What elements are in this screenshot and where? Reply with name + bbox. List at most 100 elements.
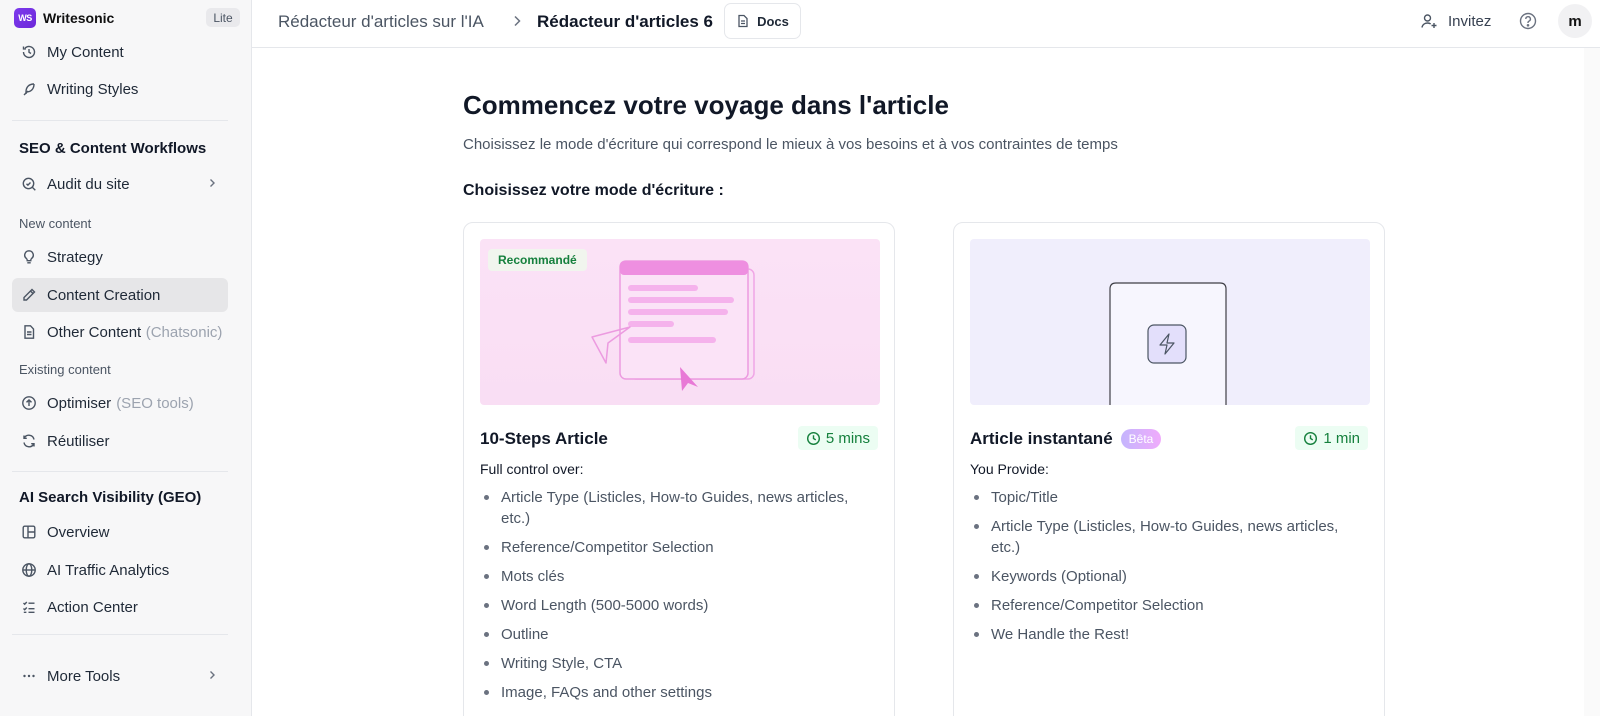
- feature-list: Article Type (Listicles, How-to Guides, …: [484, 487, 881, 711]
- document-icon: [20, 323, 38, 341]
- sidebar-item-action-center[interactable]: Action Center: [12, 590, 228, 624]
- mode-card-instant-article[interactable]: Article instantané Bêta 1 min You Provid…: [953, 222, 1385, 716]
- history-icon: [20, 43, 38, 61]
- invite-label: Invitez: [1448, 12, 1492, 30]
- clock-icon: [806, 431, 820, 445]
- list-item: Topic/Title: [974, 487, 1371, 508]
- sidebar-item-content-creation[interactable]: Content Creation: [12, 278, 228, 312]
- sidebar-item-muted: (SEO tools): [116, 394, 194, 412]
- card-title: Article instantané Bêta: [970, 429, 1162, 449]
- feather-icon: [20, 80, 38, 98]
- chevron-right-icon: [514, 15, 521, 27]
- help-icon[interactable]: [1518, 11, 1538, 31]
- sidebar-item-label: Writing Styles: [47, 80, 139, 98]
- list-item: Word Length (500-5000 words): [484, 595, 881, 616]
- time-label: 5 mins: [825, 429, 870, 447]
- sidebar-item-optimiser[interactable]: Optimiser (SEO tools): [12, 386, 228, 420]
- plan-badge: Lite: [206, 8, 240, 27]
- sidebar-item-label: Overview: [47, 523, 110, 541]
- sidebar-item-overview[interactable]: Overview: [12, 515, 228, 549]
- list-item: Mots clés: [484, 566, 881, 587]
- lightbulb-icon: [20, 248, 38, 266]
- invite-button[interactable]: Invitez: [1420, 10, 1491, 32]
- sidebar-item-label: Other Content: [47, 323, 141, 341]
- sidebar-item-label: Optimiser: [47, 394, 112, 412]
- docs-label: Docs: [757, 13, 789, 29]
- sidebar-item-other-content[interactable]: Other Content (Chatsonic): [12, 315, 228, 349]
- card-title-text: 10-Steps Article: [480, 429, 608, 448]
- add-user-icon: [1421, 14, 1437, 28]
- card-title-text: Article instantané: [970, 429, 1113, 448]
- section-subtitle-existing-content: Existing content: [19, 362, 111, 377]
- divider: [12, 120, 228, 121]
- divider: [12, 634, 228, 635]
- more-dots-icon: [20, 667, 38, 685]
- section-title-seo: SEO & Content Workflows: [19, 140, 207, 157]
- mode-card-10-steps[interactable]: Recommandé 10-Steps Article 5 mins Full …: [463, 222, 895, 716]
- list-item: Writing Style, CTA: [484, 653, 881, 674]
- refresh-icon: [20, 432, 38, 450]
- top-bar: Rédacteur d'articles sur l'IA Rédacteur …: [252, 0, 1600, 48]
- sidebar-item-audit[interactable]: Audit du site: [12, 167, 228, 201]
- section-subtitle-new-content: New content: [19, 216, 92, 231]
- illustration-10-steps: Recommandé: [480, 239, 880, 405]
- sidebar-item-label: My Content: [47, 43, 124, 61]
- instant-phone-illustration-icon: [1109, 282, 1227, 405]
- clock-icon: [1304, 431, 1318, 445]
- main-content: Commencez votre voyage dans l'article Ch…: [252, 48, 1600, 716]
- sidebar-item-writing-styles[interactable]: Writing Styles: [12, 72, 228, 106]
- sidebar-item-label: Action Center: [47, 598, 138, 616]
- breadcrumb-current: Rédacteur d'articles 6: [537, 12, 714, 31]
- brand[interactable]: WS Writesonic: [14, 7, 114, 29]
- sidebar-item-more-tools[interactable]: More Tools: [12, 659, 228, 693]
- brand-name: Writesonic: [43, 10, 115, 26]
- checklist-icon: [20, 598, 38, 616]
- arrow-up-circle-icon: [20, 394, 38, 412]
- chevron-right-icon: [210, 179, 215, 187]
- card-title: 10-Steps Article: [480, 429, 608, 449]
- sidebar-item-label: AI Traffic Analytics: [47, 561, 170, 579]
- chevron-right-icon: [210, 671, 215, 679]
- sidebar-item-strategy[interactable]: Strategy: [12, 240, 228, 274]
- list-item: Article Type (Listicles, How-to Guides, …: [974, 516, 1371, 558]
- pencil-icon: [20, 286, 38, 304]
- feature-list: Topic/Title Article Type (Listicles, How…: [974, 487, 1371, 653]
- page-title: Commencez votre voyage dans l'article: [463, 90, 949, 120]
- time-label: 1 min: [1323, 429, 1360, 447]
- list-item: We Handle the Rest!: [974, 624, 1371, 645]
- sidebar-item-label: Strategy: [47, 248, 103, 266]
- writesonic-logo-icon: WS: [14, 8, 36, 28]
- list-item: Reference/Competitor Selection: [974, 595, 1371, 616]
- list-item: Article Type (Listicles, How-to Guides, …: [484, 487, 881, 529]
- list-item: Outline: [484, 624, 881, 645]
- sidebar-item-label: Content Creation: [47, 286, 161, 304]
- sidebar-item-ai-traffic[interactable]: AI Traffic Analytics: [12, 553, 228, 587]
- sidebar-item-muted: (Chatsonic): [145, 323, 222, 341]
- beta-badge: Bêta: [1120, 429, 1162, 449]
- scrollbar[interactable]: [1584, 48, 1600, 716]
- globe-icon: [20, 561, 38, 579]
- time-badge: 1 min: [1295, 426, 1368, 450]
- sidebar: WS Writesonic Lite My Content Writing St…: [0, 0, 252, 716]
- sidebar-item-my-content[interactable]: My Content: [12, 35, 228, 69]
- divider: [12, 471, 228, 472]
- time-badge: 5 mins: [797, 426, 878, 450]
- layout-icon: [20, 523, 38, 541]
- list-item: Keywords (Optional): [974, 566, 1371, 587]
- list-item: Reference/Competitor Selection: [484, 537, 881, 558]
- illustration-instant-article: [970, 239, 1370, 405]
- sidebar-item-reutiliser[interactable]: Réutiliser: [12, 424, 228, 458]
- sidebar-item-label: More Tools: [47, 667, 121, 685]
- list-item: Image, FAQs and other settings: [484, 682, 881, 703]
- search-audit-icon: [20, 175, 38, 193]
- section-title-geo: AI Search Visibility (GEO): [19, 489, 202, 506]
- sidebar-item-label: Audit du site: [47, 175, 130, 193]
- card-subtitle: You Provide:: [970, 461, 1049, 477]
- card-subtitle: Full control over:: [480, 461, 584, 477]
- mode-label: Choisissez votre mode d'écriture :: [463, 182, 724, 199]
- avatar[interactable]: m: [1558, 4, 1592, 38]
- recommended-badge: Recommandé: [488, 249, 587, 271]
- breadcrumb-parent[interactable]: Rédacteur d'articles sur l'IA: [278, 12, 484, 32]
- sidebar-item-label: Réutiliser: [47, 432, 110, 450]
- docs-button[interactable]: Docs: [724, 3, 801, 39]
